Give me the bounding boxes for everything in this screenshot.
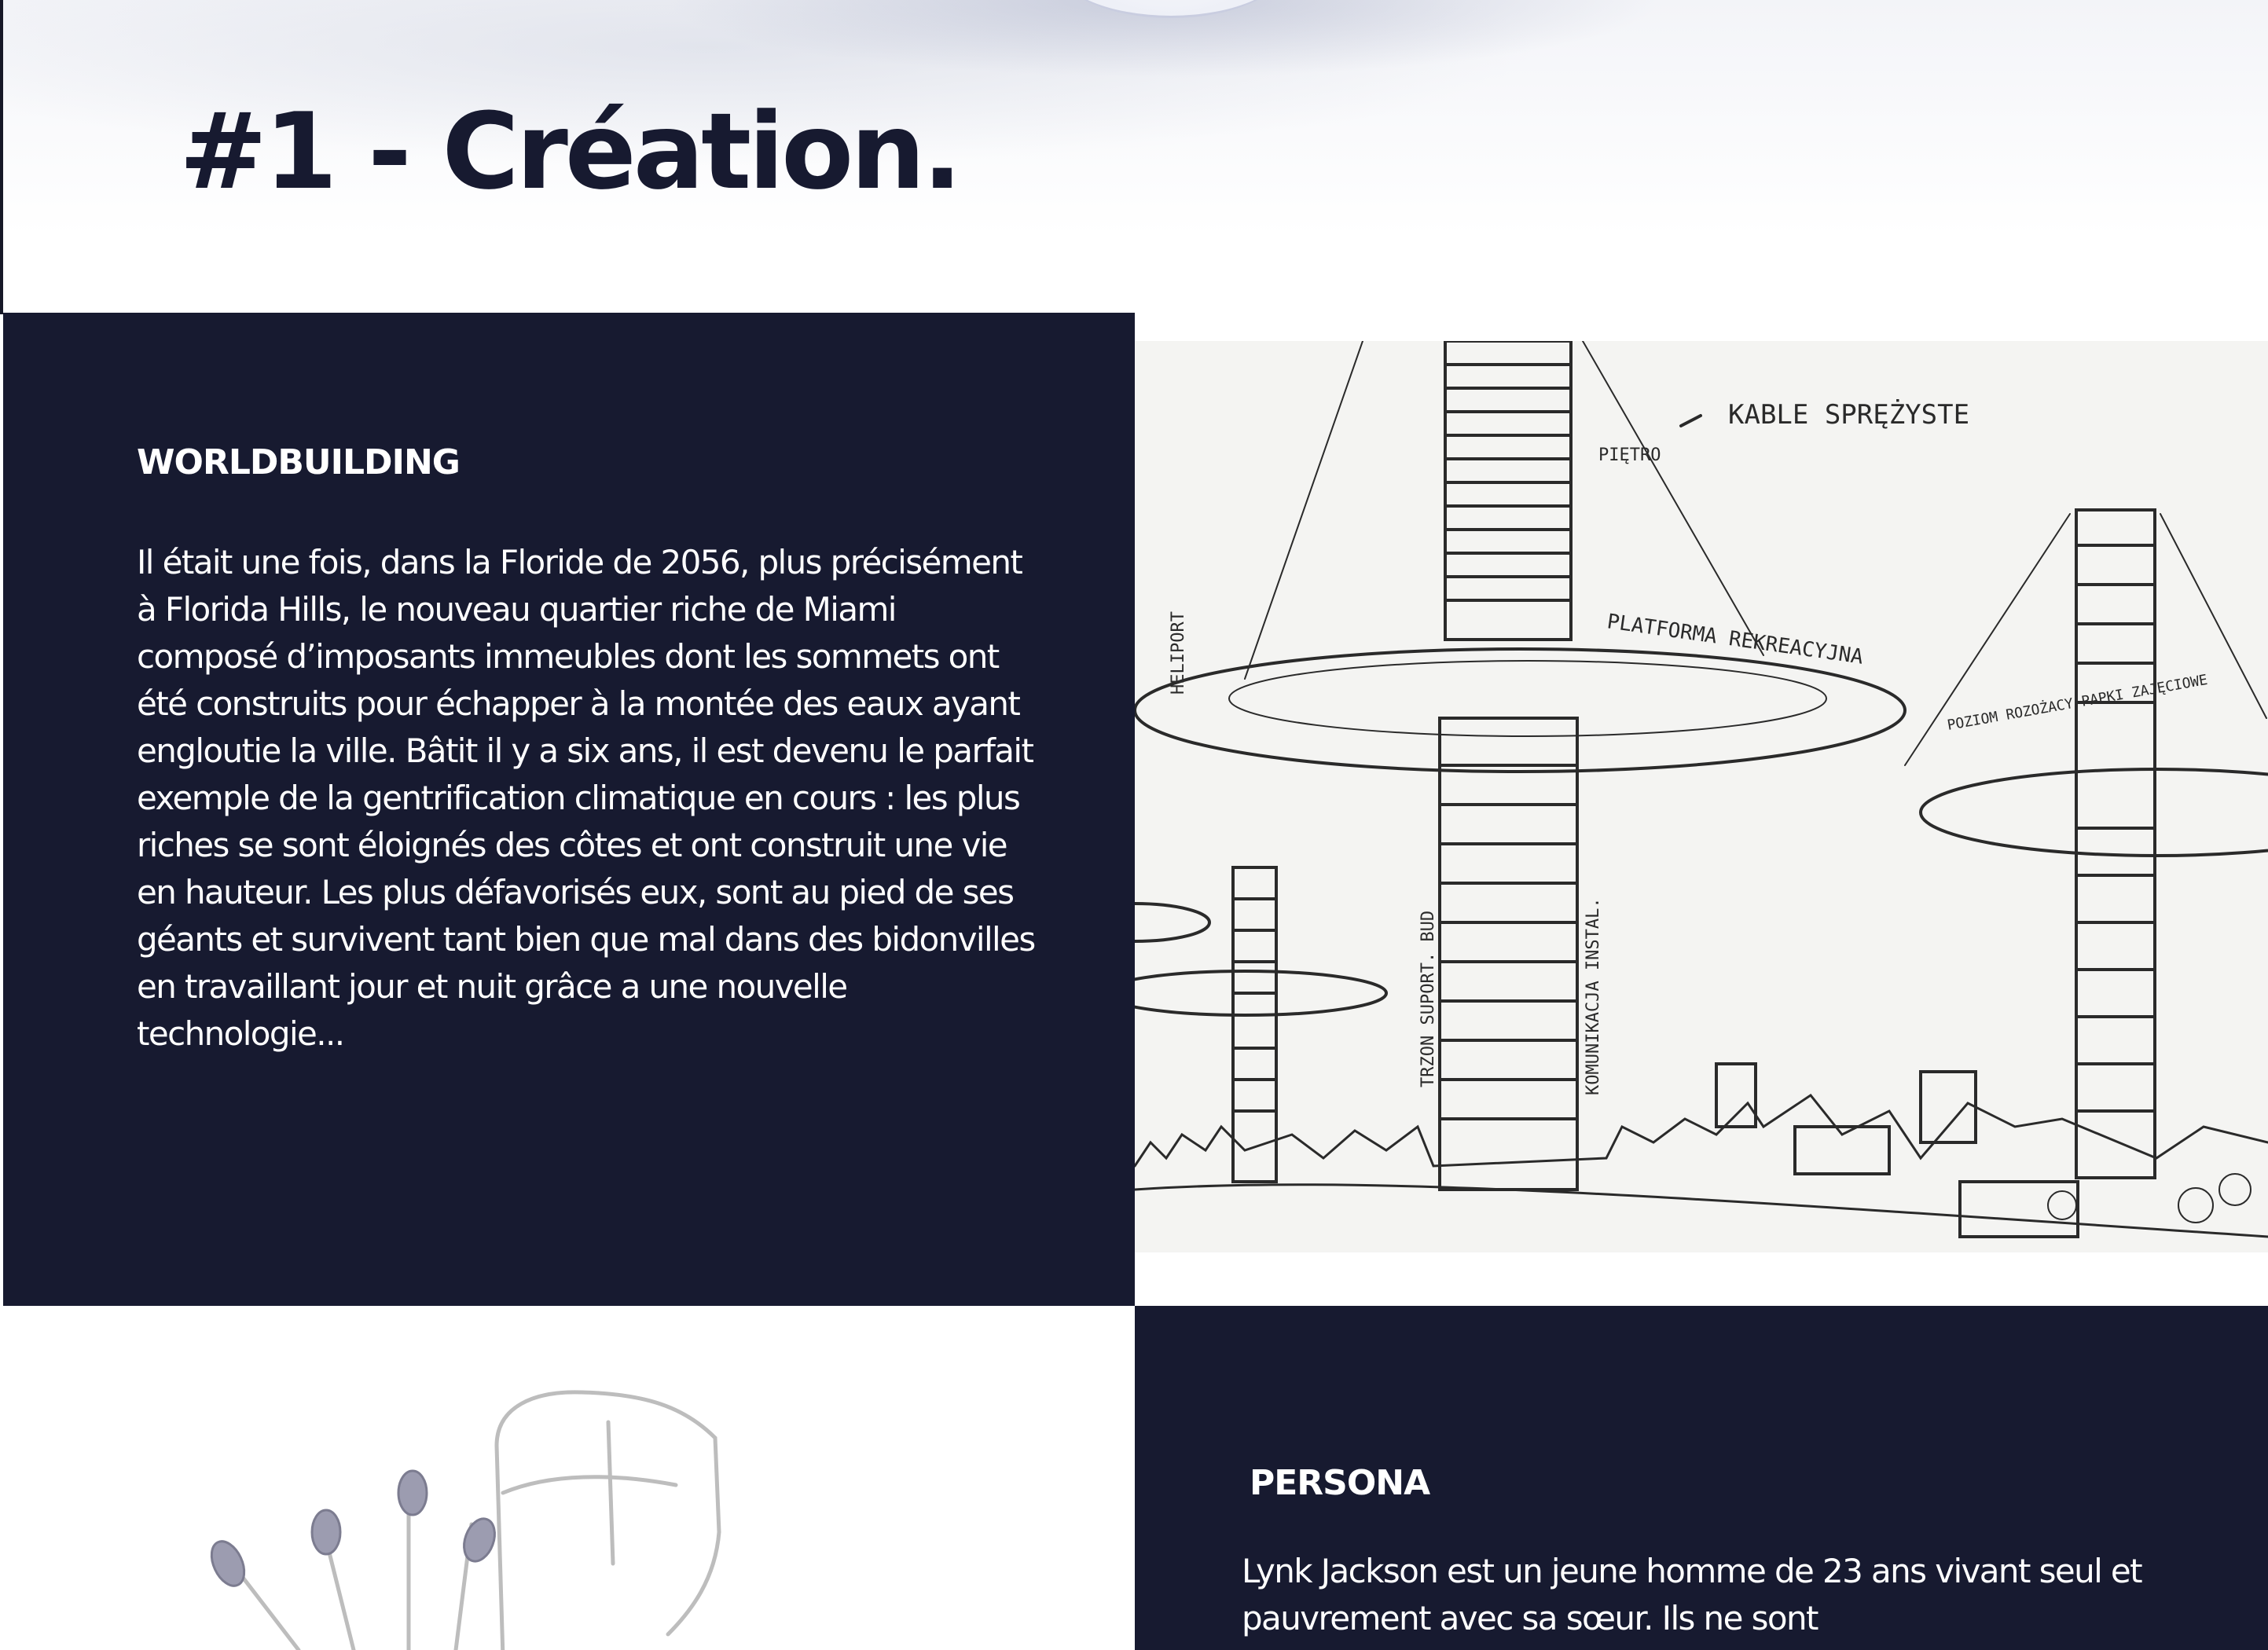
page-title: #1 - Création.: [179, 90, 963, 213]
left-edge-rule: [0, 0, 3, 314]
sketch-label-floor: PIĘTRO: [1598, 446, 1661, 465]
worldbuilding-body: Il était une fois, dans la Floride de 20…: [137, 543, 1036, 1053]
persona-heading: PERSONA: [1250, 1463, 1430, 1503]
persona-body: Lynk Jackson est un jeune homme de 23 an…: [1242, 1552, 2143, 1637]
city-sketch-image: KABLE SPRĘŻYSTE PIĘTRO HELIPORT PLATFORM…: [1135, 341, 2268, 1252]
sketch-label-heliport: HELIPORT: [1169, 611, 1188, 695]
persona-section: PERSONA Lynk Jackson est un jeune homme …: [1135, 1306, 2268, 1650]
worldbuilding-section: WORLDBUILDING Il était une fois, dans la…: [3, 313, 1135, 1306]
sketch-label-communication: KOMUNIKACJA INSTAL.: [1584, 897, 1603, 1095]
sketch-label-cables: KABLE SPRĘŻYSTE: [1728, 399, 1969, 431]
page: #1 - Création. WORLDBUILDING Il était un…: [0, 0, 2268, 1650]
city-sketch-drawing: KABLE SPRĘŻYSTE PIĘTRO HELIPORT PLATFORM…: [1135, 341, 2268, 1238]
sketch-label-structure: TRZON SUPORT. BUD: [1418, 911, 1438, 1087]
hero-orb-decoration: [1053, 0, 1289, 18]
worldbuilding-heading: WORLDBUILDING: [137, 442, 461, 482]
hand-illustration: [204, 1375, 754, 1650]
